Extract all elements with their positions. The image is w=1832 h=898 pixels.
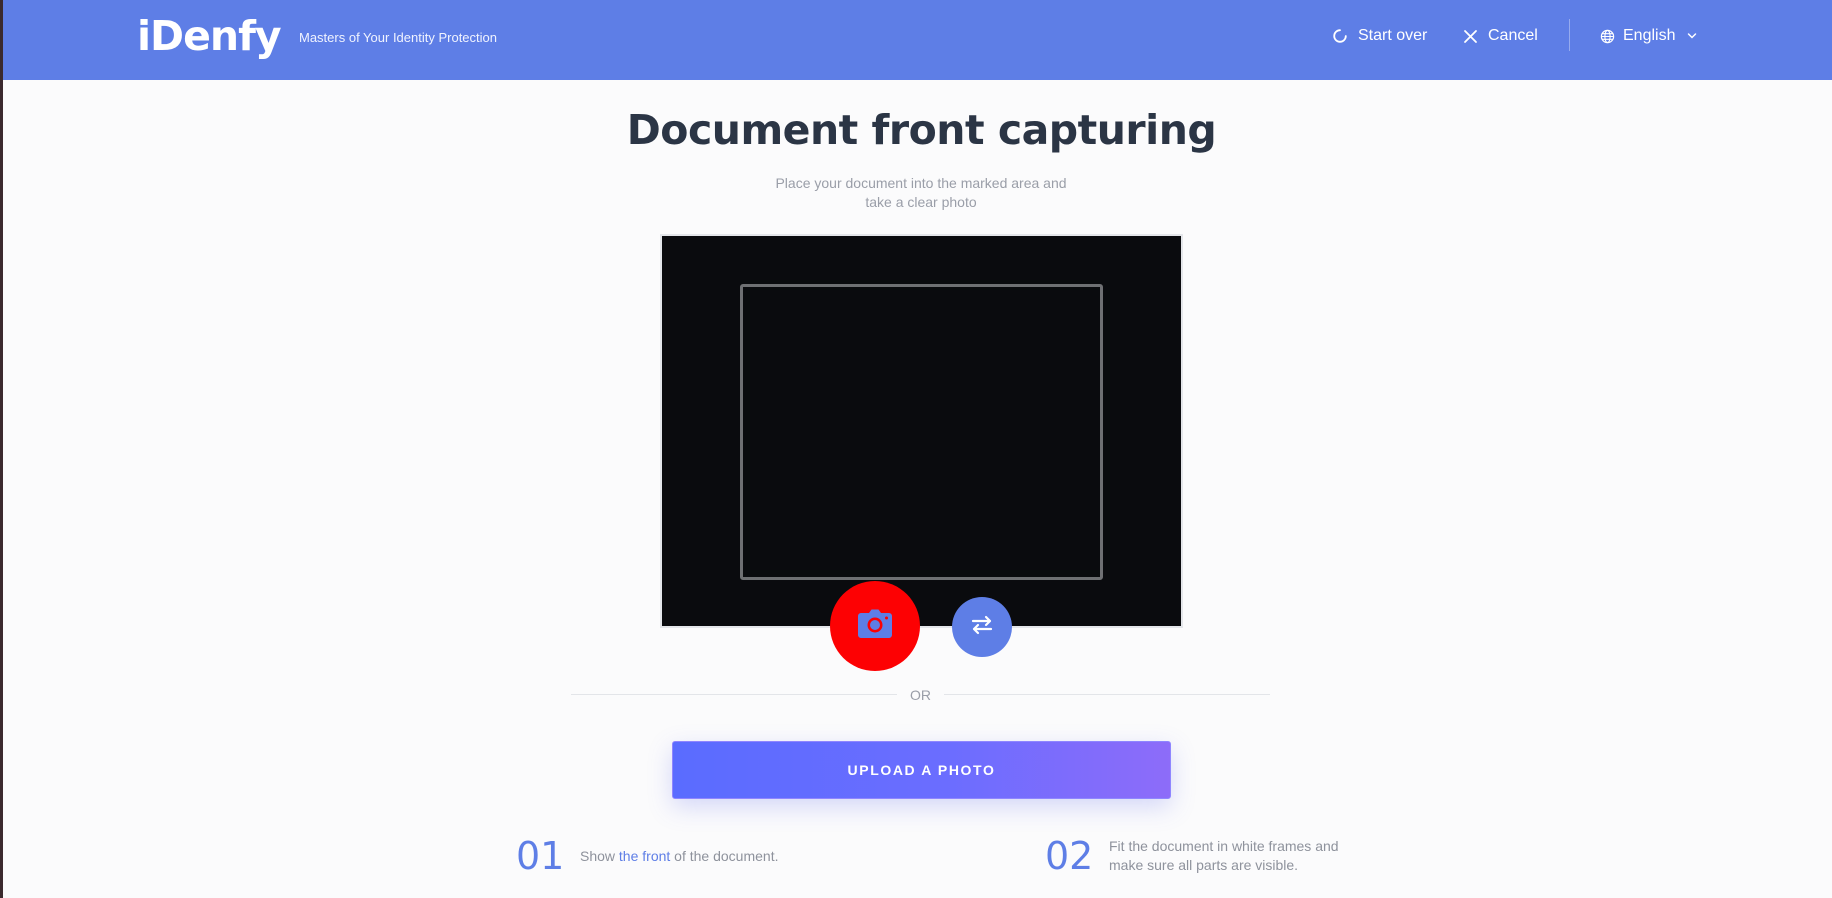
camera-icon [857,609,893,644]
step-number: 02 [1045,834,1094,878]
switch-camera-icon [970,615,994,640]
step-text-before: Show [580,847,619,864]
step-text: Fit the document in white frames and mak… [1109,838,1339,873]
capture-button[interactable] [830,581,920,671]
idenfy-logo[interactable]: iDenfy [137,8,282,64]
step-2: 02 Fit the document in white frames and … [1045,834,1369,878]
refresh-icon [1332,28,1348,44]
upload-photo-button[interactable]: UPLOAD A PHOTO [672,741,1171,799]
start-over-label: Start over [1358,27,1428,44]
header-tagline: Masters of Your Identity Protection [299,30,497,45]
language-selector[interactable]: English [1600,24,1697,48]
page-title: Document front capturing [626,106,1217,154]
document-frame [740,284,1103,580]
switch-camera-button[interactable] [952,597,1012,657]
divider-left [571,694,897,695]
divider-right [944,694,1270,695]
cancel-button[interactable]: Cancel [1463,24,1538,48]
page-subtitle: Place your document into the marked area… [775,175,1067,210]
step-number: 01 [516,834,565,878]
step-highlight: the front [618,847,671,864]
start-over-button[interactable]: Start over [1332,24,1427,48]
step-text: Show the front of the document. [580,847,840,866]
window-edge [0,0,3,898]
header-divider [1569,19,1570,51]
top-header: iDenfy Masters of Your Identity Protecti… [0,0,1832,80]
camera-preview [660,234,1183,628]
step-text-after: of the document. [670,847,779,864]
globe-icon [1600,29,1615,44]
close-icon [1463,29,1478,44]
chevron-down-icon [1687,32,1697,40]
or-label: OR [910,687,931,703]
language-label: English [1623,27,1676,44]
cancel-label: Cancel [1488,27,1538,44]
step-1: 01 Show the front of the document. [516,834,840,878]
